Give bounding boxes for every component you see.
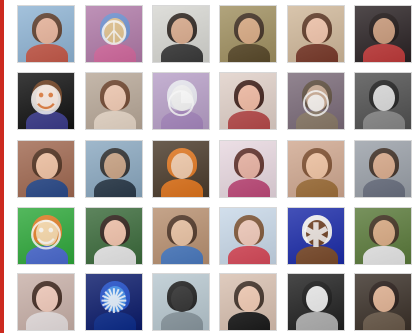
avatar-body: [363, 179, 405, 197]
avatar-body: [26, 312, 68, 330]
avatar-face: [238, 220, 260, 246]
avatar-smiling-brunette[interactable]: [287, 140, 345, 198]
avatar-body: [363, 312, 405, 330]
avatar-girl-selfie-pink[interactable]: [219, 140, 277, 198]
avatar-body: [228, 111, 270, 129]
avatar-body: [26, 179, 68, 197]
avatar-body: [363, 44, 405, 62]
avatar-woman-sunglasses[interactable]: [152, 5, 210, 63]
avatar-two-girls[interactable]: [17, 273, 75, 331]
avatar-graphic-icon: ◔: [166, 81, 196, 121]
avatar-body: [228, 312, 270, 330]
avatar-face: [171, 18, 193, 44]
avatar-face: [373, 286, 395, 312]
avatar-orange-robot-cartoon[interactable]: ☻: [17, 72, 75, 130]
avatar-graphic-icon: ✺: [99, 282, 129, 322]
avatar-man-sunglasses-green[interactable]: [354, 207, 412, 265]
avatar-body: [296, 179, 338, 197]
avatar-grid: ☮ ☻ ◔ ◉ ☺ ✱ ✺: [0, 0, 418, 333]
avatar-body: [94, 246, 136, 264]
avatar-dark-hair-woman[interactable]: [219, 72, 277, 130]
avatar-body: [296, 312, 338, 330]
avatar-body: [94, 111, 136, 129]
avatar-orange-hood[interactable]: [152, 140, 210, 198]
avatar-face: [238, 85, 260, 111]
avatar-green-cartoon-girl[interactable]: ☺: [17, 207, 75, 265]
avatar-face: [238, 286, 260, 312]
avatar-face: [104, 220, 126, 246]
avatar-graphic-icon: ◉: [301, 81, 331, 121]
avatar-face: [306, 153, 328, 179]
avatar-body: [161, 246, 203, 264]
avatar-girl-lying-sideways[interactable]: [17, 140, 75, 198]
avatar-body: [228, 179, 270, 197]
avatar-face: [373, 153, 395, 179]
avatar-big-sunglasses[interactable]: [219, 273, 277, 331]
avatar-graphic-icon: ☮: [98, 14, 130, 54]
avatar-face: [171, 220, 193, 246]
avatar-body: [161, 44, 203, 62]
avatar-face: [238, 18, 260, 44]
avatar-couple-close-up[interactable]: [354, 273, 412, 331]
avatar-body: [228, 246, 270, 264]
avatar-body: [363, 246, 405, 264]
avatar-black-white-woman[interactable]: [354, 72, 412, 130]
avatar-body: [228, 44, 270, 62]
avatar-face: [306, 286, 328, 312]
avatar-pixel-character-blue[interactable]: ✱: [287, 207, 345, 265]
avatar-face: [171, 286, 193, 312]
avatar-face: [104, 85, 126, 111]
avatar-child-on-stairs[interactable]: [152, 207, 210, 265]
avatar-body: [296, 44, 338, 62]
avatar-graphic-icon: ☻: [28, 81, 64, 121]
avatar-man-by-lake[interactable]: [85, 140, 143, 198]
avatar-body: [363, 111, 405, 129]
avatar-person-on-beach[interactable]: [152, 273, 210, 331]
avatar-face: [306, 18, 328, 44]
avatar-body: [94, 179, 136, 197]
avatar-graphic-icon: ☺: [28, 216, 64, 256]
avatar-face: [373, 220, 395, 246]
avatar-woman-green-background[interactable]: [85, 207, 143, 265]
avatar-face: [373, 85, 395, 111]
avatar-girl-with-hat[interactable]: [219, 207, 277, 265]
avatar-face: [171, 153, 193, 179]
avatar-face: [36, 153, 58, 179]
avatar-face: [36, 286, 58, 312]
avatar-graphic-icon: ✱: [301, 216, 331, 256]
avatar-woman-sunglasses-red[interactable]: [17, 5, 75, 63]
avatar-woman-with-baby[interactable]: [85, 72, 143, 130]
avatar-body: [26, 44, 68, 62]
avatar-body: [161, 179, 203, 197]
avatar-white-creature[interactable]: ◔: [152, 72, 210, 130]
avatar-group-photo[interactable]: [354, 5, 412, 63]
avatar-smiling-girl[interactable]: [287, 5, 345, 63]
avatar-body: [161, 312, 203, 330]
avatar-smiling-man[interactable]: [219, 5, 277, 63]
avatar-peace-sign-art[interactable]: ☮: [85, 5, 143, 63]
avatar-face: [373, 18, 395, 44]
avatar-two-men[interactable]: [354, 140, 412, 198]
avatar-face: [36, 18, 58, 44]
avatar-face: [104, 153, 126, 179]
avatar-face: [238, 153, 260, 179]
avatar-owl-close-up[interactable]: ◉: [287, 72, 345, 130]
avatar-black-white-hand[interactable]: [287, 273, 345, 331]
avatar-blue-spiral[interactable]: ✺: [85, 273, 143, 331]
